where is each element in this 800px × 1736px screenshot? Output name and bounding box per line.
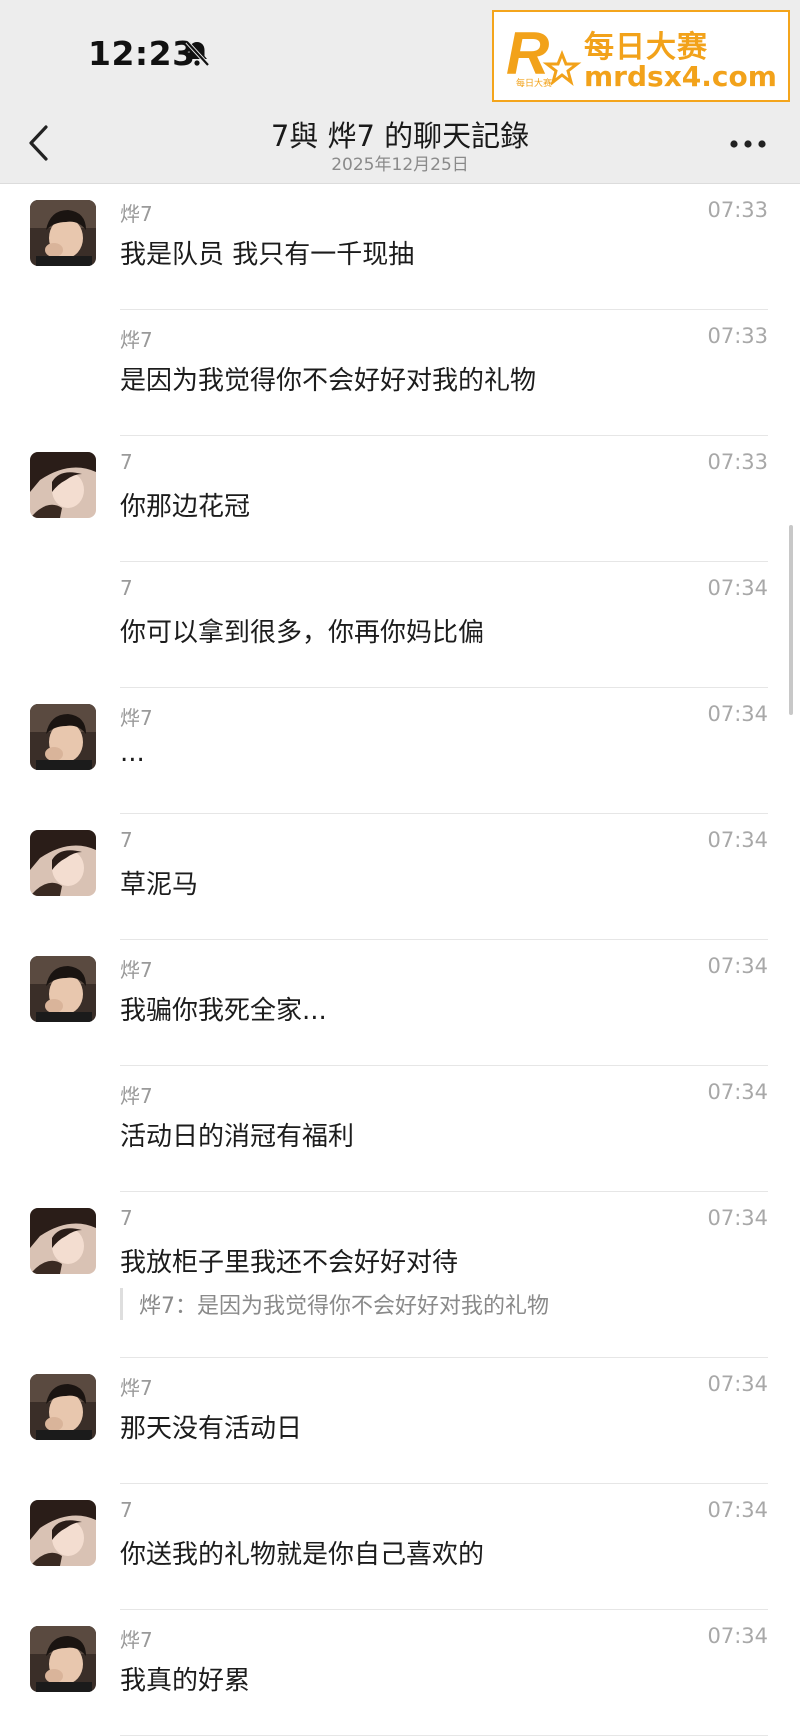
message-text: ... bbox=[120, 738, 145, 768]
message-sender: 烨7 bbox=[120, 706, 153, 730]
message-item[interactable]: 烨7 07:33 我是队员 我只有一千现抽 bbox=[0, 184, 800, 310]
message-text: 那天没有活动日 bbox=[120, 1414, 303, 1444]
message-time: 07:34 bbox=[707, 1372, 768, 1396]
message-time: 07:34 bbox=[707, 1206, 768, 1230]
svg-text:R: R bbox=[506, 20, 549, 87]
chat-record-title: 7與 烨7 的聊天記錄 bbox=[270, 119, 530, 153]
watermark-logo: R 每日大赛 每日大赛 mrdsx4.com bbox=[492, 10, 790, 102]
message-text: 我真的好累 bbox=[120, 1666, 251, 1696]
message-time: 07:34 bbox=[707, 576, 768, 600]
back-chevron-icon[interactable] bbox=[26, 123, 52, 163]
message-time: 07:34 bbox=[707, 954, 768, 978]
svg-text:每日大赛: 每日大赛 bbox=[516, 77, 552, 89]
bell-muted-icon bbox=[185, 40, 210, 67]
message-item[interactable]: 烨7 07:34... bbox=[0, 688, 800, 814]
message-text: 你那边花冠 bbox=[120, 492, 251, 522]
message-sender: 烨7 bbox=[120, 1376, 153, 1400]
message-text: 我放柜子里我还不会好好对待 bbox=[120, 1248, 459, 1278]
message-sender: 7 bbox=[120, 576, 133, 600]
message-text: 草泥马 bbox=[120, 870, 199, 900]
message-sender: 7 bbox=[120, 828, 133, 852]
message-text: 你送我的礼物就是你自己喜欢的 bbox=[120, 1540, 485, 1570]
avatar-ye7[interactable] bbox=[30, 1374, 96, 1440]
message-sender: 烨7 bbox=[120, 958, 153, 982]
status-time: 12:23 bbox=[88, 34, 196, 73]
message-sender: 烨7 bbox=[120, 1628, 153, 1652]
message-item[interactable]: 7 07:34 草泥马 bbox=[0, 814, 800, 940]
message-time: 07:34 bbox=[707, 828, 768, 852]
message-text: 活动日的消冠有福利 bbox=[120, 1122, 355, 1152]
message-time: 07:34 bbox=[707, 1498, 768, 1522]
message-time: 07:34 bbox=[707, 702, 768, 726]
message-sender: 7 bbox=[120, 1206, 133, 1230]
message-time: 07:33 bbox=[707, 324, 768, 348]
more-options-icon[interactable] bbox=[728, 139, 768, 149]
avatar-7[interactable] bbox=[30, 830, 96, 896]
scrollbar[interactable] bbox=[789, 525, 793, 715]
watermark-url: mrdsx4.com bbox=[584, 60, 777, 93]
avatar-7[interactable] bbox=[30, 1500, 96, 1566]
message-item[interactable]: 7 07:34 你送我的礼物就是你自己喜欢的 bbox=[0, 1484, 800, 1610]
message-text: 是因为我觉得你不会好好对我的礼物 bbox=[120, 366, 537, 396]
message-item[interactable]: 烨7 07:34 那天没有活动日 bbox=[0, 1358, 800, 1484]
quoted-message[interactable]: 烨7：是因为我觉得你不会好好对我的礼物 bbox=[120, 1288, 549, 1320]
avatar-ye7[interactable] bbox=[30, 200, 96, 266]
avatar-7[interactable] bbox=[30, 452, 96, 518]
chat-record-date: 2025年12月25日 bbox=[331, 155, 469, 175]
message-sender: 7 bbox=[120, 1498, 133, 1522]
message-list[interactable]: 烨7 07:33 我是队员 我只有一千现抽 烨7 07:33 是因为我觉得你不会好好对我的… bbox=[0, 184, 800, 1736]
logo-r-star-icon: R 每日大赛 bbox=[506, 20, 582, 89]
avatar-7[interactable] bbox=[30, 1208, 96, 1274]
message-sender: 烨7 bbox=[120, 328, 153, 352]
avatar-ye7[interactable] bbox=[30, 1626, 96, 1692]
message-item[interactable]: 7 07:34 我放柜子里我还不会好好对待烨7：是因为我觉得你不会好好对我的礼物 bbox=[0, 1192, 800, 1358]
message-time: 07:34 bbox=[707, 1624, 768, 1648]
message-sender: 烨7 bbox=[120, 202, 153, 226]
message-time: 07:34 bbox=[707, 1080, 768, 1104]
message-item[interactable]: 烨7 07:33 是因为我觉得你不会好好对我的礼物 bbox=[0, 310, 800, 436]
message-text: 我骗你我死全家... bbox=[120, 996, 327, 1026]
message-item[interactable]: 烨7 07:34 我真的好累 bbox=[0, 1610, 800, 1736]
status-bar: 12:23 R 每日大赛 每日大赛 mrdsx4.com bbox=[0, 0, 800, 105]
message-text: 你可以拿到很多，你再你妈比偏 bbox=[120, 618, 485, 648]
message-item[interactable]: 7 07:33 你那边花冠 bbox=[0, 436, 800, 562]
message-item[interactable]: 7 07:34 你可以拿到很多，你再你妈比偏 bbox=[0, 562, 800, 688]
message-text: 我是队员 我只有一千现抽 bbox=[120, 240, 415, 270]
message-sender: 7 bbox=[120, 450, 133, 474]
nav-bar: 7與 烨7 的聊天記錄 2025年12月25日 bbox=[0, 105, 800, 184]
avatar-ye7[interactable] bbox=[30, 704, 96, 770]
message-time: 07:33 bbox=[707, 198, 768, 222]
message-sender: 烨7 bbox=[120, 1084, 153, 1108]
message-item[interactable]: 烨7 07:34 活动日的消冠有福利 bbox=[0, 1066, 800, 1192]
avatar-ye7[interactable] bbox=[30, 956, 96, 1022]
message-item[interactable]: 烨7 07:34 我骗你我死全家... bbox=[0, 940, 800, 1066]
message-time: 07:33 bbox=[707, 450, 768, 474]
